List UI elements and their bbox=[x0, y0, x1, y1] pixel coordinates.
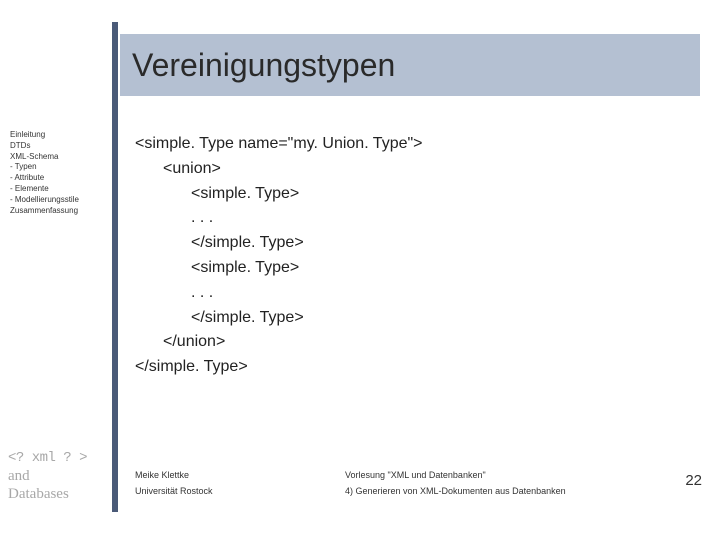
sidebar-item: - Elemente bbox=[10, 184, 110, 195]
accent-bar bbox=[112, 22, 118, 512]
footer-topic: 4) Generieren von XML-Dokumenten aus Dat… bbox=[345, 486, 566, 496]
footer-author: Meike Klettke bbox=[135, 470, 345, 480]
logo-line: <? xml ? > bbox=[8, 450, 87, 467]
sidebar-item: - Attribute bbox=[10, 173, 110, 184]
code-line: </union> bbox=[135, 330, 675, 355]
code-line: <simple. Type name="my. Union. Type"> bbox=[135, 132, 675, 157]
code-line: <simple. Type> bbox=[135, 256, 675, 281]
sidebar-nav: Einleitung DTDs XML-Schema - Typen - Att… bbox=[10, 130, 110, 216]
footer-institution: Universität Rostock bbox=[135, 486, 345, 496]
sidebar-item: - Modellierungsstile bbox=[10, 195, 110, 206]
logo-line: Databases bbox=[8, 485, 87, 503]
footer-lecture: Vorlesung "XML und Datenbanken" bbox=[345, 470, 486, 480]
sidebar-item: XML-Schema bbox=[10, 152, 110, 163]
code-block: <simple. Type name="my. Union. Type"> <u… bbox=[135, 132, 675, 380]
code-line: . . . bbox=[135, 206, 675, 231]
code-line: </simple. Type> bbox=[135, 355, 675, 380]
code-line: </simple. Type> bbox=[135, 306, 675, 331]
code-line: </simple. Type> bbox=[135, 231, 675, 256]
sidebar-item: Einleitung bbox=[10, 130, 110, 141]
page-number: 22 bbox=[685, 472, 702, 489]
title-banner: Vereinigungstypen bbox=[120, 34, 700, 96]
code-line: <simple. Type> bbox=[135, 182, 675, 207]
code-line: <union> bbox=[135, 157, 675, 182]
sidebar-item: Zusammenfassung bbox=[10, 206, 110, 217]
slide-title: Vereinigungstypen bbox=[120, 47, 395, 84]
footer: Meike Klettke Vorlesung "XML und Datenba… bbox=[135, 470, 695, 502]
sidebar-item: - Typen bbox=[10, 162, 110, 173]
logo-line: and bbox=[8, 467, 87, 485]
logo: <? xml ? > and Databases bbox=[8, 450, 87, 503]
code-line: . . . bbox=[135, 281, 675, 306]
sidebar-item: DTDs bbox=[10, 141, 110, 152]
